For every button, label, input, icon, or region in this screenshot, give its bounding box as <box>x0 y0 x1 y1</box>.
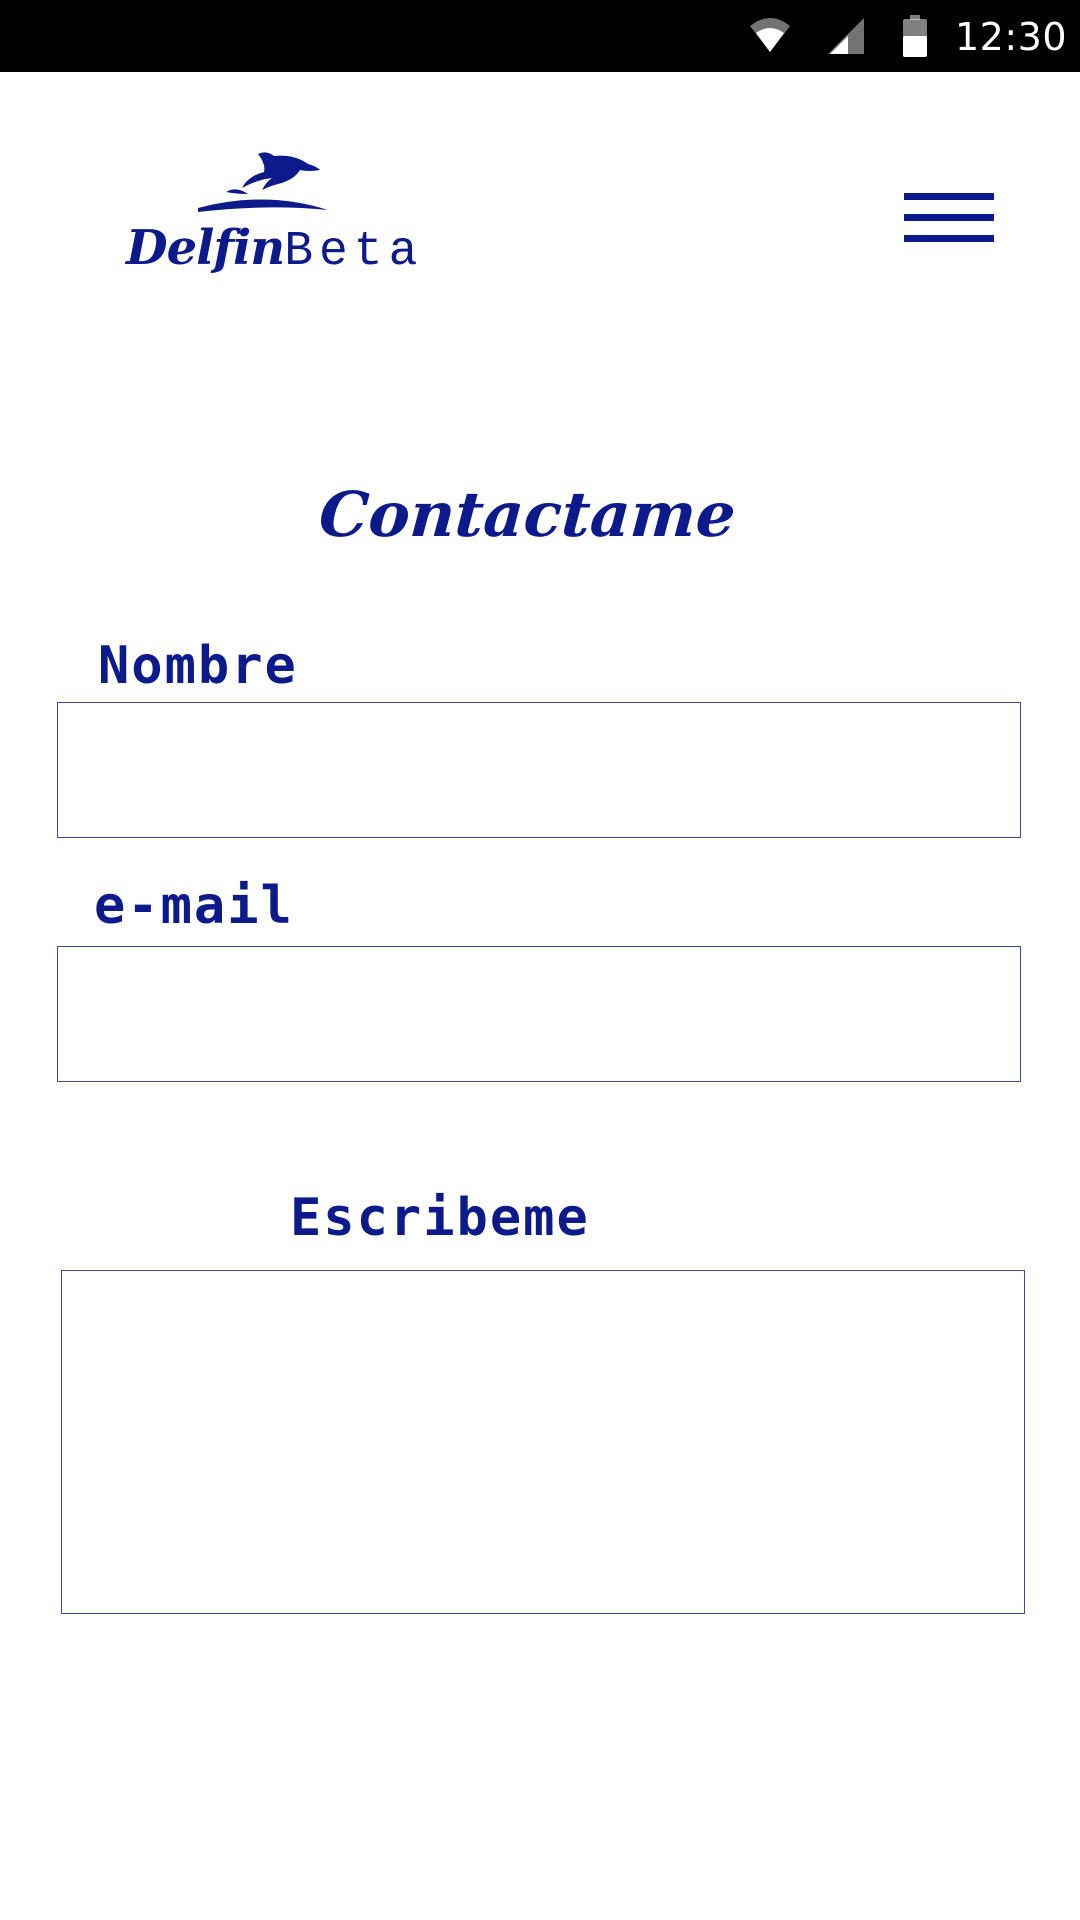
email-label: e-mail <box>94 876 294 936</box>
contact-screen: 12:30 DelfinBeta Contactame Nombre e-mai… <box>0 0 1080 1920</box>
logo[interactable]: DelfinBeta <box>126 150 417 280</box>
menu-bar <box>904 235 994 242</box>
wifi-icon <box>748 0 792 72</box>
menu-bar <box>904 214 994 221</box>
status-time: 12:30 <box>955 15 1068 59</box>
name-label: Nombre <box>98 636 298 696</box>
dolphin-icon <box>196 150 336 221</box>
message-textarea[interactable] <box>61 1270 1025 1614</box>
message-label: Escribeme <box>290 1188 590 1248</box>
hamburger-menu-icon[interactable] <box>904 190 994 250</box>
battery-icon <box>902 0 928 72</box>
name-input[interactable] <box>57 702 1021 838</box>
menu-bar <box>904 193 994 200</box>
status-bar: 12:30 <box>0 0 1080 72</box>
logo-word-beta: Beta <box>284 225 424 279</box>
email-input[interactable] <box>57 946 1021 1082</box>
logo-word-delfin: Delfin <box>126 220 285 276</box>
logo-wordmark: DelfinBeta <box>126 220 423 279</box>
page-title: Contactame <box>316 478 739 551</box>
cell-signal-icon <box>826 0 866 72</box>
